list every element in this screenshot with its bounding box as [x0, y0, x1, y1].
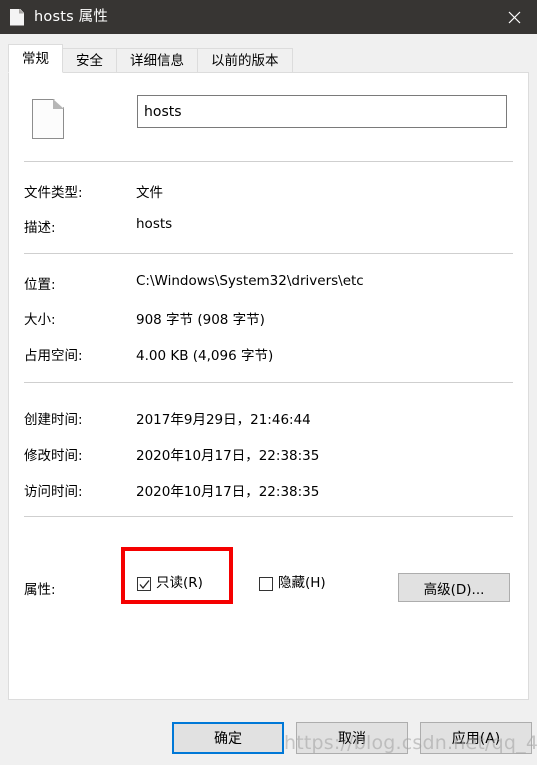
created-label: 创建时间: [24, 412, 83, 428]
modified-label: 修改时间: [24, 448, 83, 464]
general-tab-panel: 文件类型: 文件 描述: hosts 位置: C:\Windows\System… [8, 72, 529, 700]
file-icon [32, 99, 64, 139]
location-label: 位置: [24, 277, 56, 293]
hidden-checkbox[interactable]: 隐藏(H) [259, 576, 326, 591]
cancel-button[interactable]: 取消 [296, 722, 408, 754]
description-value: hosts [136, 216, 173, 232]
attributes-label: 属性: [24, 582, 56, 598]
tab-previous-versions[interactable]: 以前的版本 [197, 48, 293, 73]
tab-previous-versions-label: 以前的版本 [211, 53, 279, 69]
accessed-label: 访问时间: [24, 484, 83, 500]
divider-4 [24, 516, 513, 517]
ok-button[interactable]: 确定 [172, 722, 284, 754]
window-titlebar: hosts 属性 [0, 0, 537, 34]
tab-general-label: 常规 [22, 51, 49, 67]
size-value: 908 字节 (908 字节) [136, 312, 265, 328]
description-label: 描述: [24, 220, 56, 236]
advanced-button[interactable]: 高级(D)... [398, 573, 510, 602]
created-value: 2017年9月29日，21:46:44 [136, 412, 311, 428]
window-title: hosts 属性 [34, 9, 109, 25]
tab-security[interactable]: 安全 [62, 48, 117, 73]
divider-3 [24, 382, 513, 383]
file-name-row [9, 95, 528, 155]
row-location: 位置: C:\Windows\System32\drivers\etc [9, 273, 528, 293]
file-type-value: 文件 [136, 185, 163, 201]
tab-security-label: 安全 [76, 53, 103, 69]
attributes-row: 属性: 只读(R) 隐藏(H) 高级(D)... [9, 564, 528, 610]
size-label: 大小: [24, 312, 56, 328]
readonly-checkbox[interactable]: 只读(R) [137, 576, 203, 591]
divider-1 [24, 161, 513, 162]
checkbox-checked-icon [137, 576, 151, 591]
row-size-on-disk: 占用空间: 4.00 KB (4,096 字节) [9, 344, 528, 364]
row-accessed: 访问时间: 2020年10月17日，22:38:35 [9, 480, 528, 500]
divider-2 [24, 253, 513, 254]
tab-details[interactable]: 详细信息 [116, 48, 198, 73]
row-created: 创建时间: 2017年9月29日，21:46:44 [9, 408, 528, 428]
file-name-input[interactable] [137, 95, 507, 128]
close-icon[interactable] [491, 0, 537, 34]
accessed-value: 2020年10月17日，22:38:35 [136, 484, 320, 500]
document-icon [10, 8, 24, 26]
location-value: C:\Windows\System32\drivers\etc [136, 273, 364, 289]
size-on-disk-value: 4.00 KB (4,096 字节) [136, 348, 274, 364]
row-description: 描述: hosts [9, 216, 528, 236]
tab-general[interactable]: 常规 [8, 44, 63, 73]
row-file-type: 文件类型: 文件 [9, 181, 528, 201]
hidden-label: 隐藏(H) [278, 575, 326, 591]
checkbox-empty-icon [259, 576, 273, 591]
tab-strip: 常规 安全 详细信息 以前的版本 [8, 44, 529, 73]
apply-button[interactable]: 应用(A) [420, 722, 532, 754]
row-size: 大小: 908 字节 (908 字节) [9, 308, 528, 328]
size-on-disk-label: 占用空间: [24, 348, 83, 364]
dialog-button-bar: 确定 取消 应用(A) [0, 700, 537, 765]
modified-value: 2020年10月17日，22:38:35 [136, 448, 320, 464]
tab-details-label: 详细信息 [130, 53, 184, 69]
row-modified: 修改时间: 2020年10月17日，22:38:35 [9, 444, 528, 464]
readonly-label: 只读(R) [156, 575, 203, 591]
file-type-label: 文件类型: [24, 185, 83, 201]
